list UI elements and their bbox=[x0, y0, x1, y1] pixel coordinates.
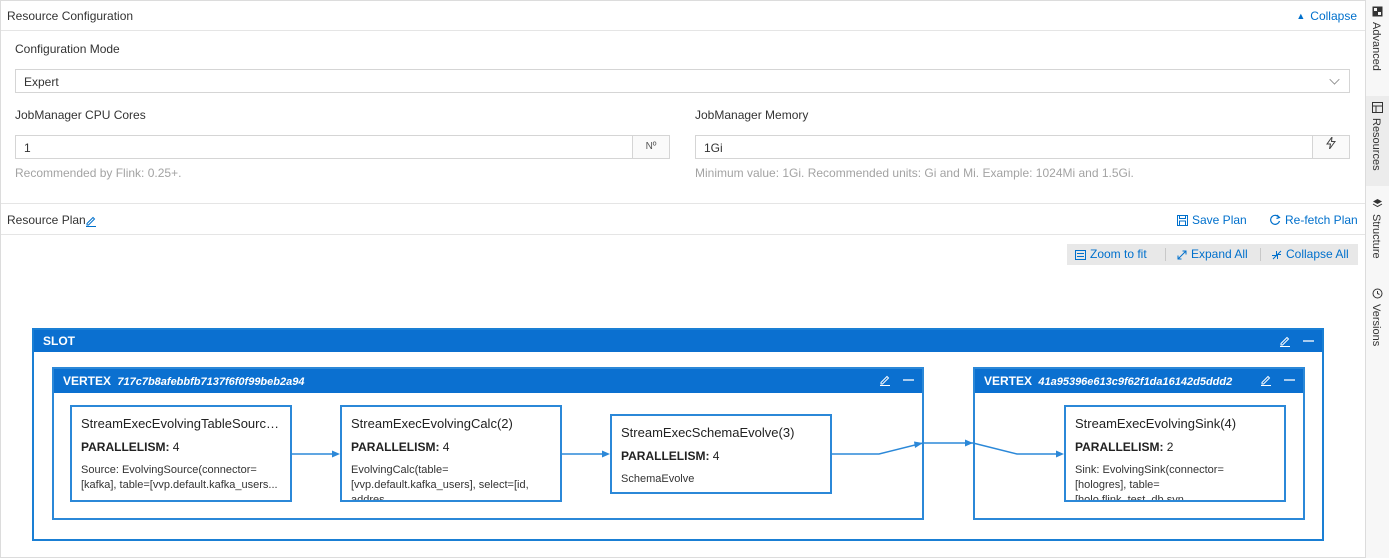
expand-all-label: Expand All bbox=[1191, 247, 1248, 261]
tab-versions[interactable]: Versions bbox=[1366, 282, 1389, 362]
tab-structure[interactable]: Structure bbox=[1366, 192, 1389, 282]
zoom-fit-icon bbox=[1075, 250, 1086, 260]
configuration-mode-label: Configuration Mode bbox=[15, 42, 120, 56]
cpu-cores-input[interactable]: 1 Nº bbox=[15, 135, 670, 159]
cpu-cores-help: Recommended by Flink: 0.25+. bbox=[15, 166, 182, 180]
history-icon bbox=[1372, 288, 1383, 299]
zoom-to-fit-label: Zoom to fit bbox=[1090, 247, 1147, 261]
vertex-id: 717c7b8afebbfb7137f6f0f99beb2a94 bbox=[117, 376, 305, 388]
operator-node[interactable]: StreamExecEvolvingSink(4) PARALLELISM: 2… bbox=[1064, 405, 1286, 502]
number-format-icon: Nº bbox=[632, 136, 669, 158]
minus-icon[interactable] bbox=[903, 373, 914, 391]
edit-icon[interactable] bbox=[1279, 334, 1291, 352]
resource-plan-title: Resource Plan bbox=[7, 213, 86, 227]
right-sidebar: Advanced Resources Structure Versions bbox=[1366, 0, 1389, 558]
save-icon bbox=[1177, 215, 1188, 226]
vertex-id: 41a95396e613c9f62f1da16142d5ddd2 bbox=[1038, 376, 1233, 388]
operator-name: StreamExecEvolvingCalc(2) bbox=[351, 416, 513, 431]
edit-icon[interactable] bbox=[85, 214, 97, 227]
panel-title: Resource Configuration bbox=[7, 9, 134, 23]
tab-label: Structure bbox=[1370, 214, 1382, 259]
operator-node[interactable]: StreamExecEvolvingTableSource... PARALLE… bbox=[70, 405, 292, 502]
save-plan-label: Save Plan bbox=[1192, 213, 1247, 227]
refetch-plan-label: Re-fetch Plan bbox=[1285, 213, 1358, 227]
layers-icon bbox=[1372, 199, 1383, 208]
collapse-icon bbox=[1272, 250, 1282, 260]
slot-header: SLOT bbox=[34, 330, 1322, 352]
slot-title: SLOT bbox=[43, 334, 75, 348]
collapse-all-label: Collapse All bbox=[1286, 247, 1349, 261]
operator-node[interactable]: StreamExecSchemaEvolve(3) PARALLELISM: 4… bbox=[610, 414, 832, 494]
tab-label: Advanced bbox=[1370, 22, 1382, 71]
operator-name: StreamExecEvolvingSink(4) bbox=[1075, 416, 1237, 431]
cpu-cores-value: 1 bbox=[24, 141, 31, 155]
memory-value: 1Gi bbox=[704, 141, 723, 155]
collapse-button[interactable]: ▲ Collapse bbox=[1296, 9, 1357, 23]
minus-icon[interactable] bbox=[1303, 334, 1314, 352]
expand-icon bbox=[1177, 250, 1187, 260]
collapse-all-button[interactable]: Collapse All bbox=[1272, 247, 1349, 261]
tab-label: Versions bbox=[1370, 304, 1382, 347]
resource-configuration-panel: Resource Configuration ▲ Collapse Configu… bbox=[0, 0, 1366, 558]
lightning-icon[interactable] bbox=[1312, 135, 1349, 158]
edit-icon[interactable] bbox=[1260, 373, 1272, 391]
operator-parallelism: PARALLELISM: 2 bbox=[1075, 440, 1174, 454]
memory-input[interactable]: 1Gi bbox=[695, 135, 1350, 159]
chevron-down-icon bbox=[1329, 74, 1340, 85]
tab-label: Resources bbox=[1370, 118, 1382, 171]
operator-description: Source: EvolvingSource(connector=[kafka]… bbox=[81, 464, 278, 491]
operator-description: SchemaEvolve bbox=[621, 473, 695, 485]
configuration-mode-value: Expert bbox=[24, 75, 59, 89]
panel-header: Resource Configuration ▲ Collapse bbox=[1, 1, 1365, 31]
graph-toolbar: Zoom to fit Expand All Collapse All bbox=[1067, 244, 1358, 265]
expand-all-button[interactable]: Expand All bbox=[1177, 247, 1248, 261]
operator-name: StreamExecEvolvingTableSource... bbox=[81, 416, 281, 431]
resources-icon bbox=[1372, 102, 1383, 113]
toolbar-divider bbox=[1165, 248, 1166, 261]
refresh-icon bbox=[1270, 214, 1281, 225]
memory-help: Minimum value: 1Gi. Recommended units: G… bbox=[695, 166, 1134, 180]
collapse-label: Collapse bbox=[1310, 9, 1357, 23]
operator-parallelism: PARALLELISM: 4 bbox=[351, 440, 450, 454]
configuration-mode-select[interactable]: Expert bbox=[15, 69, 1350, 93]
vertex-title: VERTEX 41a95396e613c9f62f1da16142d5ddd2 bbox=[984, 374, 1233, 388]
operator-parallelism: PARALLELISM: 4 bbox=[621, 449, 720, 463]
save-plan-button[interactable]: Save Plan bbox=[1177, 213, 1247, 227]
vertex-header: VERTEX 41a95396e613c9f62f1da16142d5ddd2 bbox=[975, 369, 1303, 393]
operator-name: StreamExecSchemaEvolve(3) bbox=[621, 425, 795, 440]
caret-up-icon: ▲ bbox=[1296, 11, 1306, 21]
operator-parallelism: PARALLELISM: 4 bbox=[81, 440, 180, 454]
operator-description: EvolvingCalc(table=[vvp.default.kafka_us… bbox=[351, 464, 529, 502]
tab-resources[interactable]: Resources bbox=[1366, 96, 1389, 186]
vertex-header: VERTEX 717c7b8afebbfb7137f6f0f99beb2a94 bbox=[54, 369, 922, 393]
tab-advanced[interactable]: Advanced bbox=[1366, 0, 1389, 92]
memory-label: JobManager Memory bbox=[695, 108, 809, 122]
operator-description: Sink: EvolvingSink(connector=[hologres],… bbox=[1075, 464, 1224, 502]
resource-plan-header: Resource Plan Save Plan Re-fetch Plan bbox=[1, 203, 1365, 235]
minus-icon[interactable] bbox=[1284, 373, 1295, 391]
refetch-plan-button[interactable]: Re-fetch Plan bbox=[1269, 213, 1358, 227]
vertex-title: VERTEX 717c7b8afebbfb7137f6f0f99beb2a94 bbox=[63, 374, 305, 388]
zoom-to-fit-button[interactable]: Zoom to fit bbox=[1075, 247, 1147, 261]
edit-icon[interactable] bbox=[879, 373, 891, 391]
advanced-icon bbox=[1372, 6, 1383, 17]
toolbar-divider bbox=[1260, 248, 1261, 261]
operator-node[interactable]: StreamExecEvolvingCalc(2) PARALLELISM: 4… bbox=[340, 405, 562, 502]
cpu-cores-label: JobManager CPU Cores bbox=[15, 108, 146, 122]
